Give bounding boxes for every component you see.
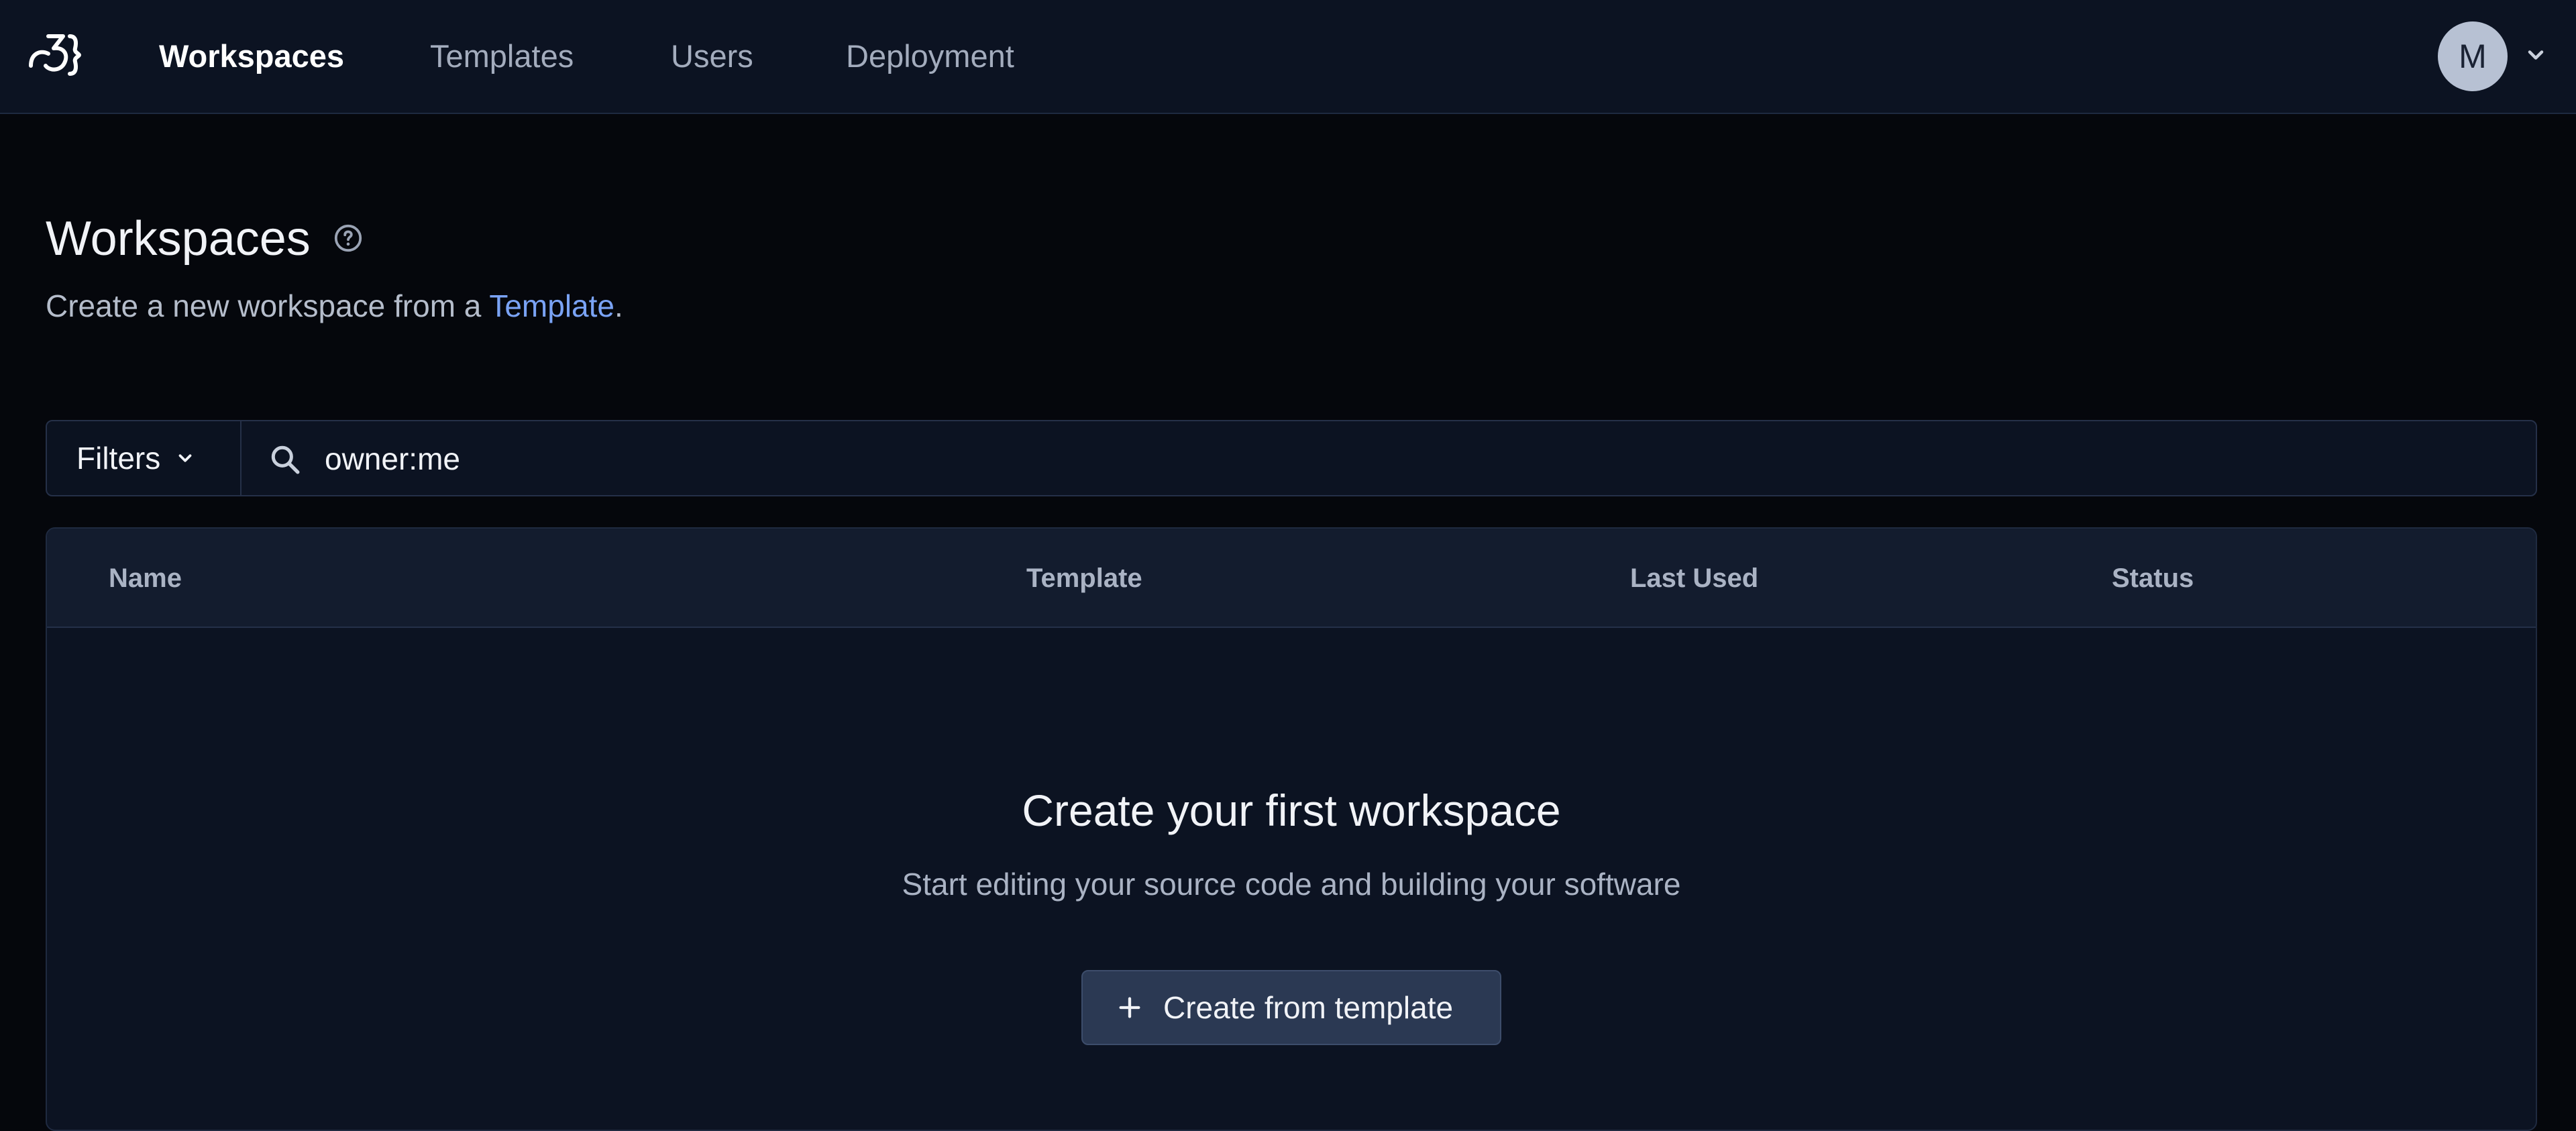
search-box[interactable]	[240, 420, 2537, 496]
coder-logo-icon[interactable]	[27, 30, 85, 80]
create-button-label: Create from template	[1163, 990, 1454, 1025]
subtitle-text: Create a new workspace from a	[46, 288, 490, 323]
nav-item-workspaces[interactable]: Workspaces	[159, 36, 344, 76]
column-header-name[interactable]: Name	[109, 562, 182, 594]
user-avatar[interactable]: M	[2438, 21, 2508, 91]
chevron-down-icon	[178, 454, 192, 462]
template-link[interactable]: Template	[489, 288, 614, 323]
filters-button[interactable]: Filters	[46, 420, 241, 496]
help-circle-icon[interactable]	[333, 223, 364, 254]
column-header-status[interactable]: Status	[2112, 562, 2194, 594]
page-subtitle: Create a new workspace from a Template.	[46, 287, 623, 325]
nav-item-templates[interactable]: Templates	[430, 36, 574, 76]
subtitle-period: .	[614, 288, 623, 323]
empty-state-title: Create your first workspace	[1022, 786, 1561, 835]
nav-item-users[interactable]: Users	[671, 36, 753, 76]
avatar-initial: M	[2459, 38, 2487, 75]
column-header-last-used[interactable]: Last Used	[1630, 562, 1758, 594]
plus-icon	[1119, 997, 1140, 1018]
workspaces-table: Name Template Last Used Status Create yo…	[46, 527, 2537, 1131]
create-from-template-button[interactable]: Create from template	[1081, 970, 1501, 1045]
empty-state-subtitle: Start editing your source code and build…	[902, 867, 1681, 902]
nav-item-deployment[interactable]: Deployment	[846, 36, 1014, 76]
chevron-down-icon[interactable]	[2524, 43, 2548, 67]
top-navbar: Workspaces Templates Users Deployment M	[0, 0, 2576, 114]
search-input[interactable]	[325, 433, 2471, 484]
table-header: Name Template Last Used Status	[47, 529, 2536, 628]
filters-label: Filters	[76, 441, 161, 476]
page-title: Workspaces	[46, 212, 311, 266]
search-icon	[271, 445, 300, 474]
column-header-template[interactable]: Template	[1026, 562, 1142, 594]
